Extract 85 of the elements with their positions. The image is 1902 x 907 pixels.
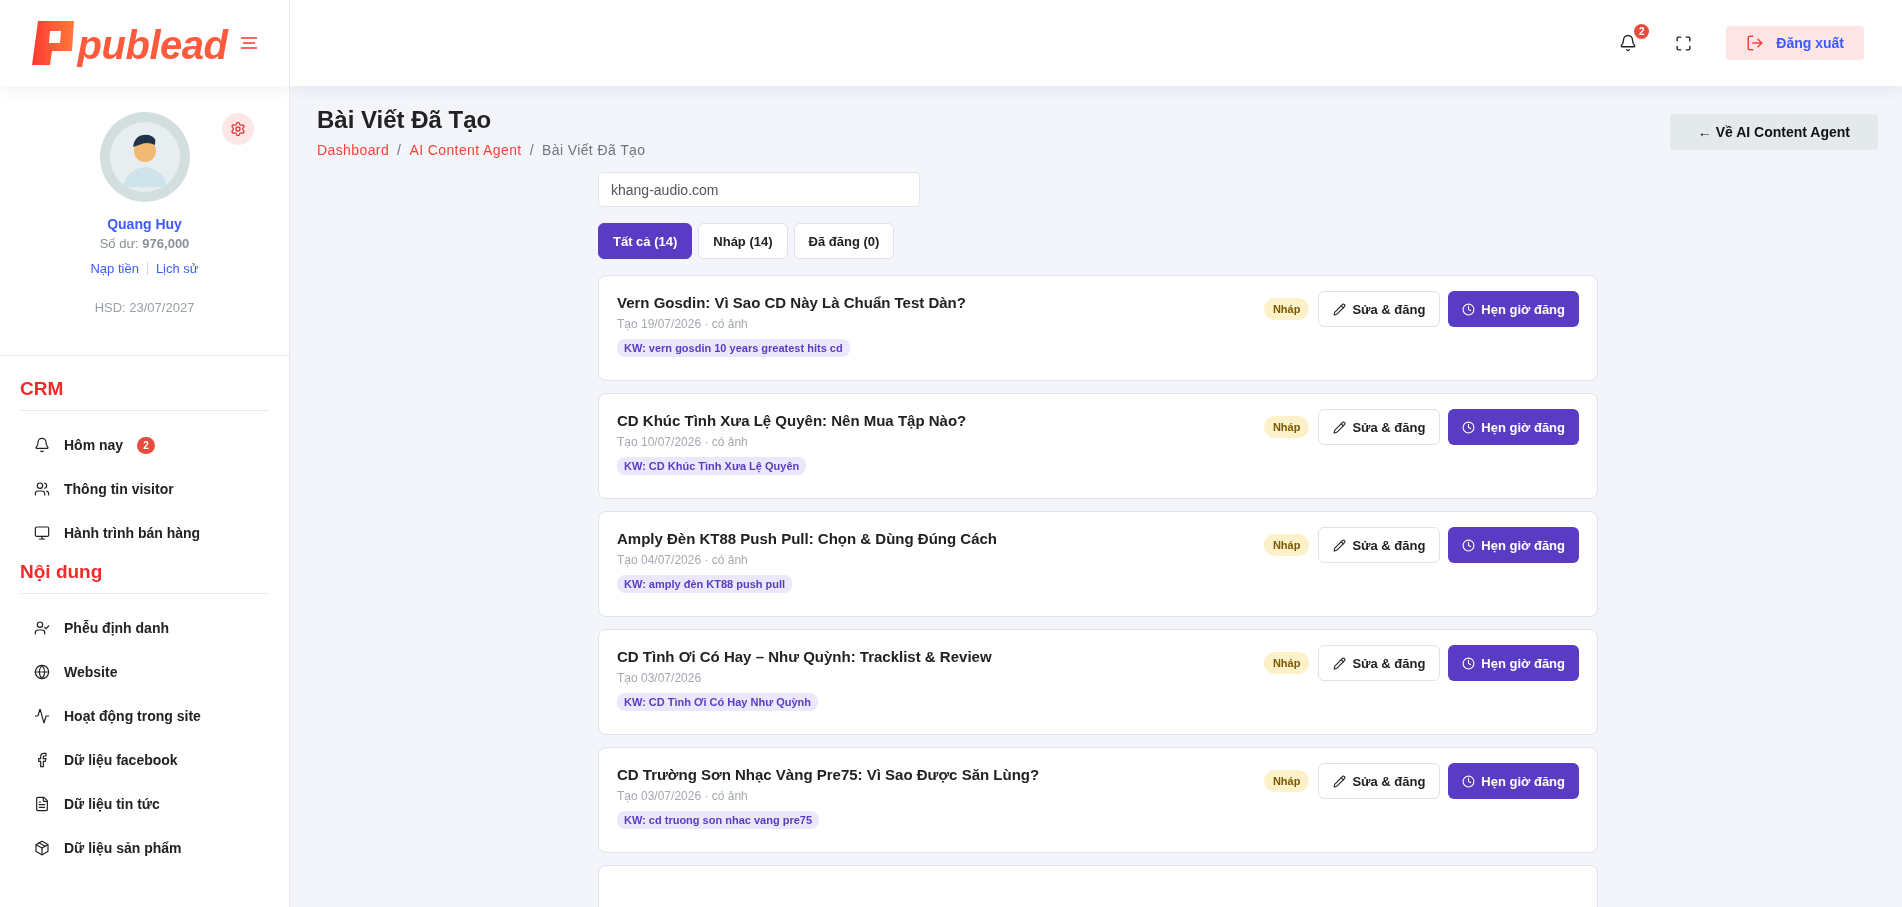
clock-icon [1462,656,1476,670]
keyword-tag: KW: vern gosdin 10 years greatest hits cd [617,339,850,357]
box-icon [34,840,50,856]
filter-tab[interactable]: Tất cả (14) [598,223,693,259]
clock-icon [1462,302,1476,316]
sidebar-item[interactable]: Dữ liệu facebook [20,738,269,782]
edit-button[interactable]: Sửa & đăng [1318,645,1441,681]
post-meta: Tạo 03/07/2026 [617,671,702,685]
bell-icon [34,437,50,453]
profile-link[interactable]: Nạp tiền [90,261,139,276]
sidebar-item[interactable]: Hành trình bán hàng [20,511,269,555]
status-badge: Nháp [1263,652,1310,674]
post-meta: Tạo 04/07/2026 · có ảnh [617,553,748,567]
expiry-date: HSD: 23/07/2027 [94,300,195,315]
sidebar-item[interactable]: Dữ liệu tin tức [20,782,269,826]
status-badge: Nháp [1263,416,1310,438]
breadcrumb-separator: / [397,142,402,158]
clock-icon [1462,420,1476,434]
sidebar-item[interactable]: Hoạt động trong site [20,694,269,738]
schedule-button[interactable]: Hẹn giờ đăng [1448,527,1579,563]
filter-tab[interactable]: Đã đăng (0) [793,223,895,259]
pencil-icon [1333,420,1347,434]
sidebar-item[interactable]: Thông tin visitor [20,467,269,511]
pencil-icon [1333,774,1347,788]
count-badge: 2 [137,436,155,454]
keyword-tag: KW: cd truong son nhac vang pre75 [617,811,820,829]
status-badge: Nháp [1263,534,1310,556]
edit-button[interactable]: Sửa & đăng [1318,527,1441,563]
post-title: CD Khúc Tình Xưa Lệ Quyên: Nên Mua Tập Nào? [617,412,967,429]
breadcrumb-link[interactable]: Bài Viết Đã Tạo [541,142,646,158]
settings-button[interactable] [222,113,254,145]
user-check-icon [34,620,50,636]
sidebar-item[interactable]: Phễu định danh [20,606,269,650]
status-badge: Nháp [1263,298,1310,320]
logo-text: publead [77,25,228,65]
edit-button[interactable]: Sửa & đăng [1318,763,1441,799]
globe-icon [34,664,50,680]
logo-mark-icon [31,21,74,65]
schedule-button[interactable]: Hẹn giờ đăng [1448,645,1579,681]
post-meta: Tạo 19/07/2026 · có ảnh [617,317,748,331]
sidebar-item[interactable]: Dữ liệu sản phẩm [20,826,269,870]
sidebar-item[interactable]: Hôm nay 2 [20,423,269,467]
breadcrumb-separator: / [529,142,534,158]
status-badge: Nháp [1263,770,1310,792]
bell-icon [1619,34,1638,52]
keyword-tag: KW: CD Tình Ơi Có Hay Như Quỳnh [617,693,819,711]
balance-text: Số dư: 976,000 [99,236,190,251]
settings-icon [230,121,246,137]
back-button[interactable]: ← Về AI Content Agent [1669,114,1878,150]
pulse-icon [34,708,50,724]
filter-tab[interactable]: Nháp (14) [698,223,788,259]
page-title: Bài Viết Đã Tạo [317,106,493,134]
pencil-icon [1333,302,1347,316]
users-icon [34,481,50,497]
site-field[interactable]: khang-audio.com [598,172,920,207]
post-meta: Tạo 03/07/2026 · có ảnh [617,789,748,803]
pencil-icon [1333,656,1347,670]
sidebar-item[interactable]: Website [20,650,269,694]
schedule-button[interactable]: Hẹn giờ đăng [1448,291,1579,327]
fullscreen-icon [1675,34,1693,52]
pencil-icon [1333,538,1347,552]
schedule-button[interactable]: Hẹn giờ đăng [1448,763,1579,799]
post-title: CD Trường Sơn Nhạc Vàng Pre75: Vì Sao Được Săn Lùng? [617,766,1040,783]
schedule-button[interactable]: Hẹn giờ đăng [1448,409,1579,445]
edit-button[interactable]: Sửa & đăng [1318,291,1441,327]
post-title: Amply Đèn KT88 Push Pull: Chọn & Dùng Đúng Cách [617,530,997,547]
post-meta: Tạo 10/07/2026 · có ảnh [617,435,748,449]
clock-icon [1462,538,1476,552]
menu-icon[interactable] [241,37,258,49]
post-title: CD Tình Ơi Có Hay – Như Quỳnh: Tracklist & Review [617,648,992,665]
logout-icon [1746,34,1765,52]
edit-button[interactable]: Sửa & đăng [1318,409,1441,445]
clock-icon [1462,774,1476,788]
keyword-tag: KW: CD Khúc Tình Xưa Lệ Quyên [617,457,807,475]
notification-badge: 2 [1634,24,1650,39]
section-title: Nội dung [20,561,269,594]
section-title: CRM [20,378,269,411]
logout-button[interactable]: Đăng xuất [1726,26,1864,60]
post-title: Vern Gosdin: Vì Sao CD Này Là Chuẩn Test Dàn? [617,294,966,311]
monitor-icon [34,525,50,541]
user-silhouette-icon [108,121,181,193]
user-name: Quang Huy [107,216,182,232]
document-icon [34,796,50,812]
profile-link[interactable]: Lịch sử [155,261,199,276]
keyword-tag: KW: amply đèn KT88 push pull [617,575,793,593]
